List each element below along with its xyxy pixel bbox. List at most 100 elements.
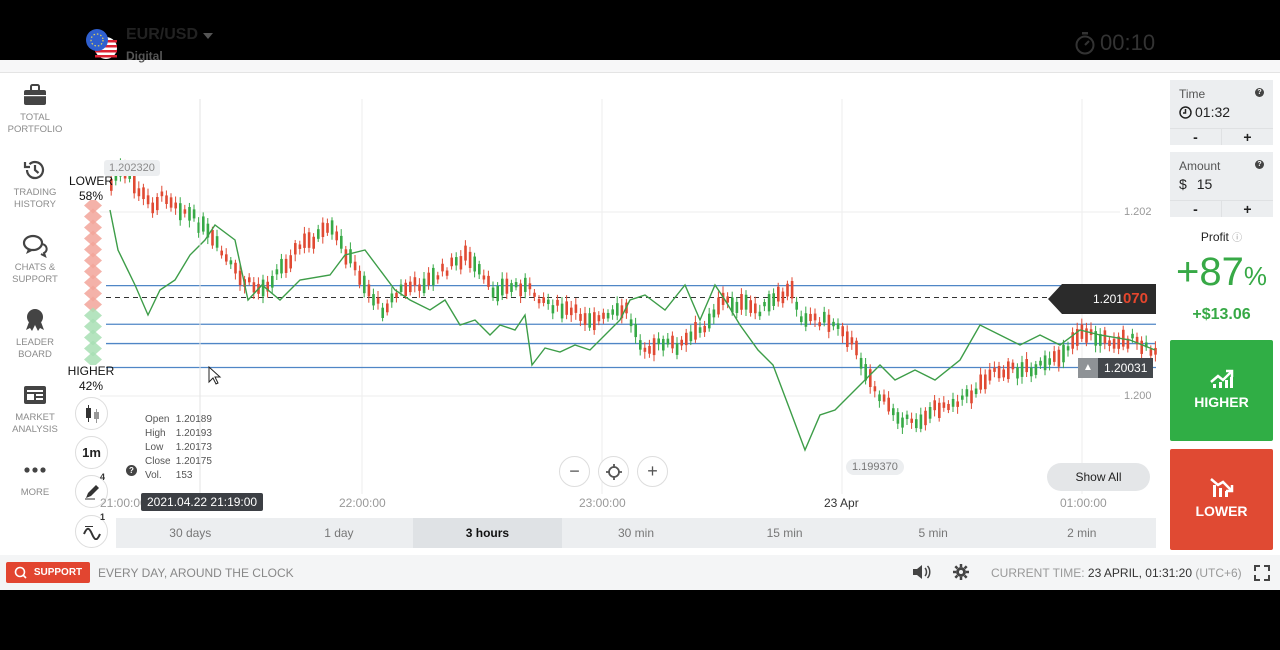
indicators-button[interactable]: 1 (75, 512, 108, 548)
time-input[interactable]: Time ? 01:32 - + (1170, 80, 1273, 145)
amount-label: Amount (1179, 159, 1221, 173)
eur-usd-flag-icon (86, 29, 117, 59)
candle (1020, 362, 1024, 377)
profit-label: Profit ⓘ (1170, 229, 1273, 244)
candle (422, 278, 426, 294)
fullscreen-icon[interactable] (1254, 565, 1270, 581)
chart-type-button[interactable] (75, 397, 108, 430)
candle (501, 278, 504, 296)
chevron-down-icon[interactable] (203, 33, 213, 39)
time-increase-button[interactable]: + (1222, 129, 1273, 145)
sidebar-item-chats-support[interactable]: CHATS & SUPPORT (0, 232, 70, 286)
candle (832, 321, 835, 327)
candle (1131, 333, 1134, 339)
sentiment-higher: HIGHER 42% (66, 364, 116, 394)
sound-icon[interactable] (912, 564, 932, 580)
support-button[interactable]: SUPPORT (6, 562, 90, 583)
candle (441, 263, 444, 272)
candle (482, 275, 486, 280)
sidebar-item-trading-history[interactable]: TRADING HISTORY (0, 157, 70, 211)
more-icon (22, 457, 48, 483)
lower-button[interactable]: LOWER (1170, 449, 1273, 550)
candle (330, 220, 334, 235)
show-all-button[interactable]: Show All (1047, 463, 1150, 491)
history-icon (22, 157, 48, 183)
timezone: (UTC+6) (1195, 566, 1242, 580)
candle (818, 322, 821, 327)
time-decrease-button[interactable]: - (1170, 129, 1222, 145)
crosshair-time-label: 2021.04.22 21:19:00 (141, 493, 264, 511)
timeframe-5-min[interactable]: 5 min (859, 518, 1008, 548)
candle (956, 401, 959, 407)
candle (192, 209, 196, 219)
amount-input[interactable]: Amount ? $ 15 - + (1170, 152, 1273, 217)
x-tick: 23 Apr (824, 496, 859, 510)
gear-icon[interactable] (953, 564, 969, 580)
candle (873, 386, 877, 392)
sidebar-label: TOTAL (20, 112, 50, 123)
candle (643, 347, 647, 352)
candle (404, 282, 407, 297)
timeframe-30-days[interactable]: 30 days (116, 518, 265, 548)
help-icon[interactable]: ? (1255, 160, 1264, 169)
amount-decrease-button[interactable]: - (1170, 201, 1222, 217)
timeframe-30-min[interactable]: 30 min (562, 518, 711, 548)
candles-icon (85, 404, 99, 423)
candle (892, 408, 895, 416)
interval-button[interactable]: 1m (75, 436, 108, 469)
candle (790, 280, 794, 299)
candle (496, 286, 499, 302)
candle (703, 325, 706, 333)
zoom-in-button[interactable]: + (637, 456, 668, 487)
candle (556, 299, 559, 306)
amount-value[interactable]: 15 (1197, 176, 1213, 192)
candle (965, 389, 969, 397)
candle (450, 257, 453, 267)
recenter-button[interactable] (598, 456, 629, 487)
candle (248, 277, 251, 283)
candle (298, 244, 302, 249)
current-price-highlight: 070 (1122, 290, 1148, 307)
help-icon[interactable]: ? (1255, 88, 1264, 97)
candle (432, 267, 435, 286)
higher-button[interactable]: HIGHER (1170, 340, 1273, 441)
newspaper-icon (22, 382, 48, 408)
candle (565, 301, 568, 315)
time-value[interactable]: 01:32 (1195, 104, 1230, 120)
timeframe-2-min[interactable]: 2 min (1007, 518, 1156, 548)
ohlc-label: Close (145, 456, 171, 467)
sidebar-item-leaderboard[interactable]: LEADER BOARD (0, 307, 70, 361)
sidebar-item-market-analysis[interactable]: MARKET ANALYSIS (0, 382, 70, 436)
candle (611, 309, 614, 315)
candle (229, 260, 233, 265)
alert-price: 1.20031 (1098, 358, 1154, 378)
help-icon[interactable]: ⓘ (1232, 233, 1242, 244)
candle (468, 251, 472, 268)
sidebar-item-more[interactable]: MORE (0, 457, 70, 499)
price-alert-tag[interactable]: ▲ 1.20031 (1078, 358, 1154, 378)
amount-increase-button[interactable]: + (1222, 201, 1273, 217)
candle (1011, 362, 1015, 370)
zoom-out-button[interactable]: − (559, 456, 590, 487)
footer-bar: SUPPORT EVERY DAY, AROUND THE CLOCK CURR… (0, 555, 1280, 590)
x-tick: 23:00:00 (579, 496, 626, 510)
timeframe-3-hours[interactable]: 3 hours (413, 518, 562, 548)
candle (809, 313, 812, 322)
asset-name[interactable]: EUR/USD (126, 26, 198, 44)
candle (777, 286, 780, 302)
current-price-main: 1.201 (1092, 292, 1123, 306)
candle (662, 338, 665, 351)
candle (340, 235, 343, 249)
candle (754, 303, 757, 314)
candle (583, 313, 587, 326)
x-tick: 22:00:00 (339, 496, 386, 510)
candle (537, 299, 541, 304)
help-icon[interactable]: ? (126, 465, 137, 476)
candle (427, 272, 430, 286)
timeframe-15-min[interactable]: 15 min (710, 518, 859, 548)
candle (749, 300, 752, 313)
candle (836, 323, 840, 329)
sidebar-item-total-portfolio[interactable]: TOTAL PORTFOLIO (0, 82, 70, 136)
timeframe-1-day[interactable]: 1 day (265, 518, 414, 548)
bell-icon[interactable]: ▲ (1078, 358, 1098, 378)
